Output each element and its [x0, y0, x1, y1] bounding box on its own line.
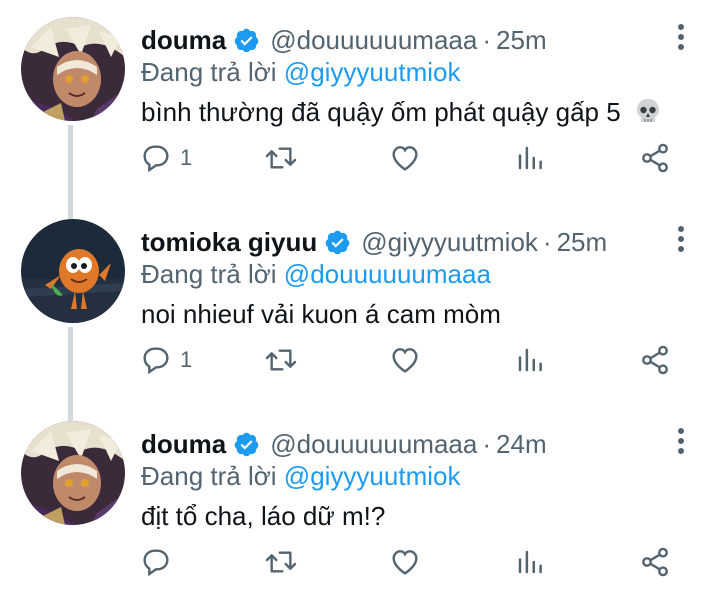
reply-button[interactable]: 1 — [140, 138, 192, 178]
reply-count: 1 — [180, 145, 193, 170]
tweet[interactable]: douma @douuuuuumaaa · 24m Đang trả lời @… — [0, 404, 720, 606]
more-options-icon[interactable] — [676, 224, 686, 254]
user-handle[interactable]: @douuuuuumaaa — [270, 429, 477, 460]
tweet-header: douma @douuuuuumaaa · 25m — [141, 22, 660, 58]
avatar[interactable] — [21, 17, 125, 121]
analytics-button[interactable] — [515, 542, 545, 582]
tweet-text: noi nhieuf vải kuon á cam mòm — [141, 299, 501, 330]
tweet-text: bình thường đã quậy ốm phát quậy gấp 5 — [141, 97, 662, 128]
like-icon — [389, 344, 421, 376]
timestamp[interactable]: 25m — [496, 25, 547, 56]
timestamp[interactable]: 24m — [496, 429, 547, 460]
reply-icon — [140, 344, 172, 376]
like-icon — [389, 546, 421, 578]
retweet-button[interactable] — [264, 340, 298, 380]
skull-emoji — [634, 97, 662, 125]
replying-to-label: Đang trả lời — [141, 461, 277, 491]
replying-to: Đang trả lời @giyyyuutmiok — [141, 461, 460, 492]
avatar[interactable] — [21, 421, 125, 525]
reply-button[interactable] — [140, 542, 180, 582]
replying-to-label: Đang trả lời — [141, 57, 277, 87]
display-name[interactable]: tomioka giyuu — [141, 227, 317, 258]
replying-to-handle[interactable]: @giyyyuutmiok — [284, 57, 461, 87]
user-handle[interactable]: @giyyyuutmiok — [361, 227, 538, 258]
user-handle[interactable]: @douuuuuumaaa — [270, 25, 477, 56]
tweet-actions — [0, 542, 720, 586]
replying-to-handle[interactable]: @giyyyuutmiok — [284, 461, 461, 491]
tweet[interactable]: tomioka giyuu @giyyyuutmiok · 25m Đang t… — [0, 202, 720, 404]
avatar[interactable] — [21, 219, 125, 323]
tweet-text-content: noi nhieuf vải kuon á cam mòm — [141, 299, 501, 329]
like-button[interactable] — [389, 138, 421, 178]
tweet-actions: 1 — [0, 138, 720, 182]
analytics-icon — [515, 546, 545, 578]
analytics-button[interactable] — [515, 340, 545, 380]
retweet-icon — [264, 546, 298, 578]
more-options-icon[interactable] — [676, 426, 686, 456]
replying-to: Đang trả lời @douuuuuumaaa — [141, 259, 491, 290]
analytics-icon — [515, 142, 545, 174]
analytics-button[interactable] — [515, 138, 545, 178]
tweet-text-content: bình thường đã quậy ốm phát quậy gấp 5 — [141, 97, 621, 127]
share-button[interactable] — [639, 542, 671, 582]
reply-icon — [140, 142, 172, 174]
tweet-text-content: địt tổ cha, láo dữ m!? — [141, 501, 386, 531]
share-icon — [639, 546, 671, 578]
retweet-button[interactable] — [264, 138, 298, 178]
share-button[interactable] — [639, 340, 671, 380]
verified-badge-icon — [233, 431, 260, 458]
verified-badge-icon — [324, 229, 351, 256]
tweet-actions: 1 — [0, 340, 720, 384]
tweet-text: địt tổ cha, láo dữ m!? — [141, 501, 385, 532]
share-icon — [639, 344, 671, 376]
like-icon — [389, 142, 421, 174]
tweet-header: tomioka giyuu @giyyyuutmiok · 25m — [141, 224, 660, 260]
share-icon — [639, 142, 671, 174]
reply-icon — [140, 546, 172, 578]
like-button[interactable] — [389, 542, 421, 582]
display-name[interactable]: douma — [141, 25, 226, 56]
separator: · — [482, 428, 492, 459]
retweet-icon — [264, 344, 298, 376]
separator: · — [542, 226, 552, 257]
replying-to: Đang trả lời @giyyyuutmiok — [141, 57, 460, 88]
tweet-header: douma @douuuuuumaaa · 24m — [141, 426, 660, 462]
like-button[interactable] — [389, 340, 421, 380]
share-button[interactable] — [639, 138, 671, 178]
analytics-icon — [515, 344, 545, 376]
separator: · — [482, 24, 492, 55]
more-options-icon[interactable] — [676, 22, 686, 52]
reply-button[interactable]: 1 — [140, 340, 192, 380]
tweet[interactable]: douma @douuuuuumaaa · 25m Đang trả lời @… — [0, 0, 720, 202]
verified-badge-icon — [233, 27, 260, 54]
display-name[interactable]: douma — [141, 429, 226, 460]
replying-to-handle[interactable]: @douuuuuumaaa — [284, 259, 491, 289]
retweet-button[interactable] — [264, 542, 298, 582]
retweet-icon — [264, 142, 298, 174]
replying-to-label: Đang trả lời — [141, 259, 277, 289]
reply-count: 1 — [180, 347, 193, 372]
timestamp[interactable]: 25m — [557, 227, 608, 258]
